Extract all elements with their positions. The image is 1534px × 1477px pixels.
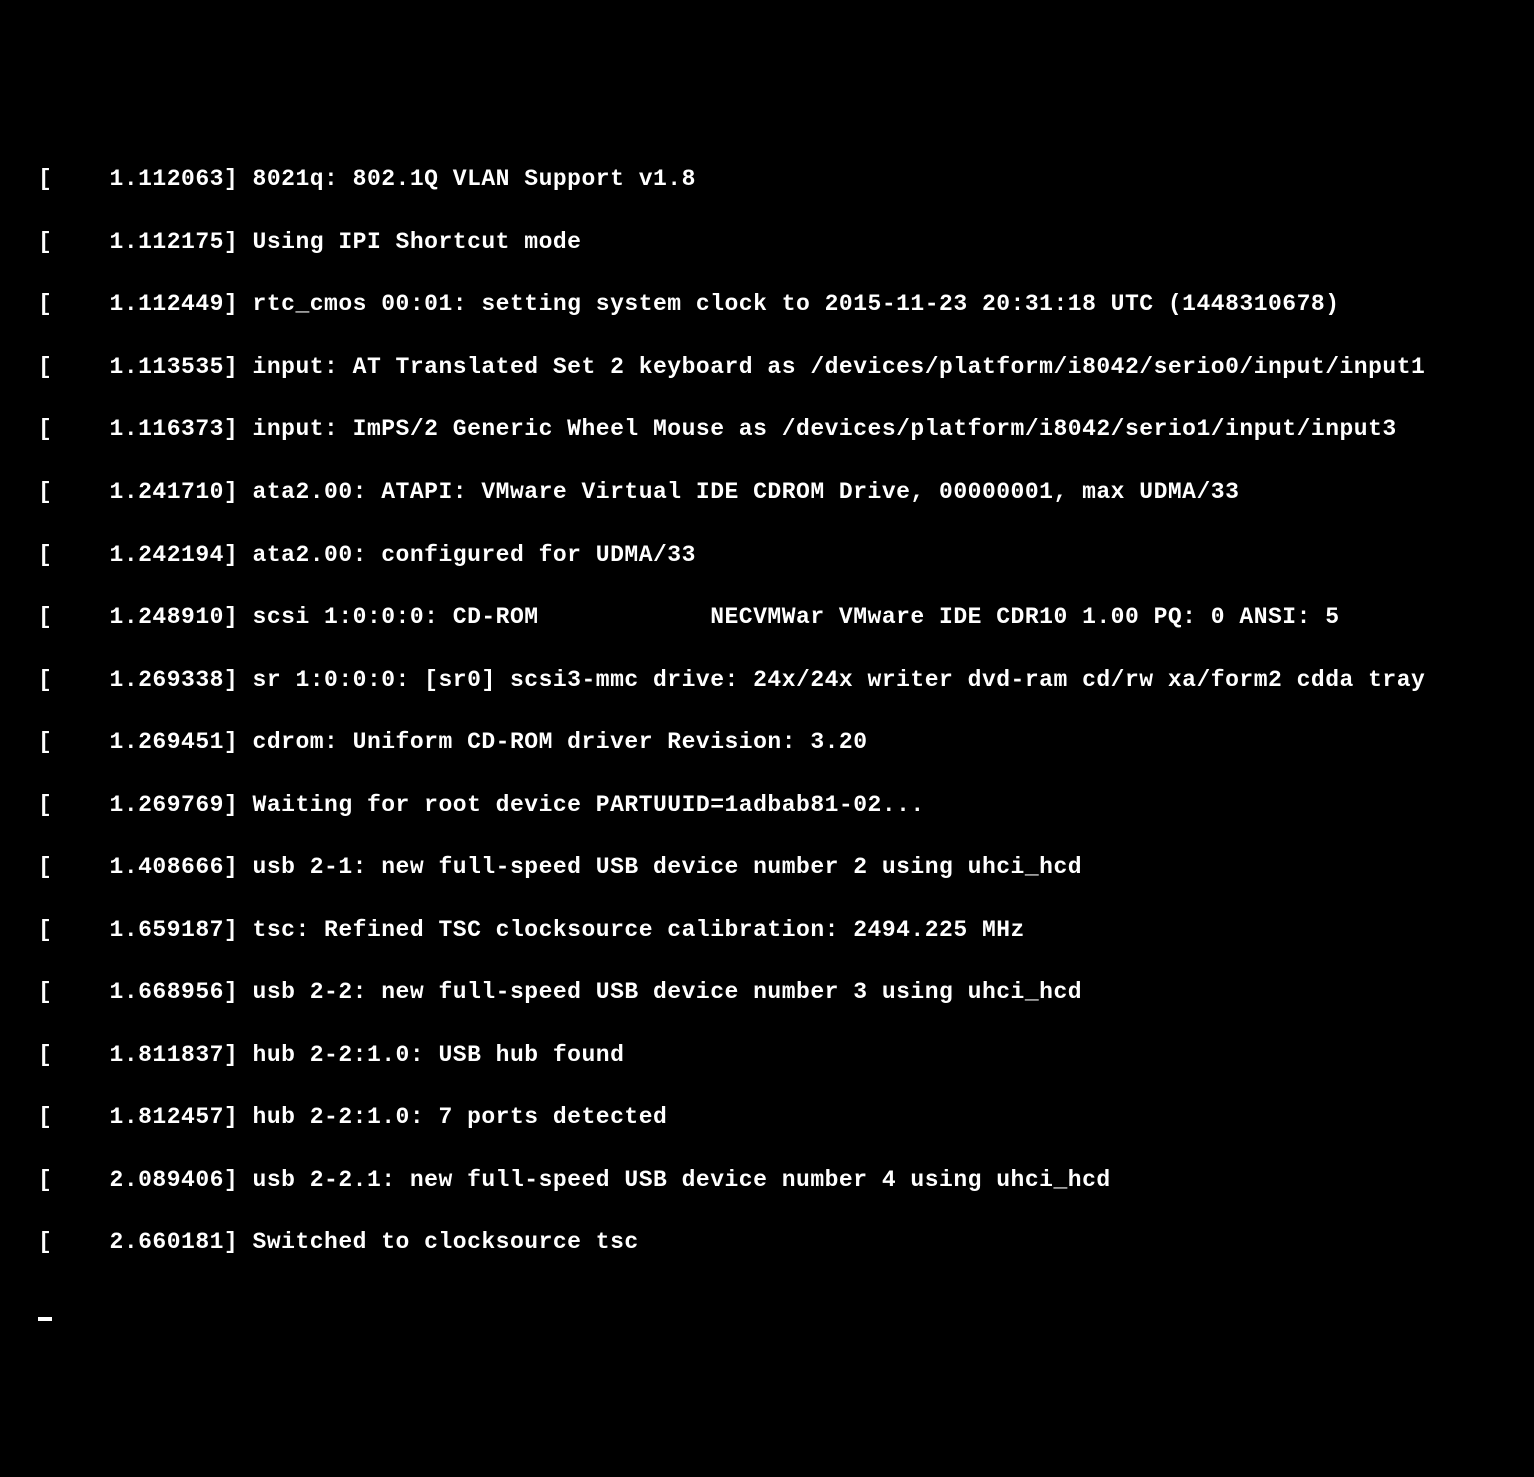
boot-log-line: [ 1.248910] scsi 1:0:0:0: CD-ROM NECVMWa… <box>38 602 1534 633</box>
boot-log-line: [ 1.812457] hub 2-2:1.0: 7 ports detecte… <box>38 1102 1534 1133</box>
boot-log-line: [ 1.811837] hub 2-2:1.0: USB hub found <box>38 1040 1534 1071</box>
boot-log-line: [ 2.089406] usb 2-2.1: new full-speed US… <box>38 1165 1534 1196</box>
boot-log-line: [ 1.269769] Waiting for root device PART… <box>38 790 1534 821</box>
boot-log-line: [ 1.112175] Using IPI Shortcut mode <box>38 227 1534 258</box>
boot-log-line: [ 1.668956] usb 2-2: new full-speed USB … <box>38 977 1534 1008</box>
boot-log-line: [ 2.660181] Switched to clocksource tsc <box>38 1227 1534 1258</box>
boot-log-line: [ 1.116373] input: ImPS/2 Generic Wheel … <box>38 414 1534 445</box>
boot-log-line: [ 1.659187] tsc: Refined TSC clocksource… <box>38 915 1534 946</box>
kernel-boot-console: [ 1.112063] 8021q: 802.1Q VLAN Support v… <box>38 133 1534 1321</box>
boot-log-line: [ 1.408666] usb 2-1: new full-speed USB … <box>38 852 1534 883</box>
boot-log-line: [ 1.112063] 8021q: 802.1Q VLAN Support v… <box>38 164 1534 195</box>
boot-log-line: [ 1.269338] sr 1:0:0:0: [sr0] scsi3-mmc … <box>38 665 1534 696</box>
boot-log-line: [ 1.241710] ata2.00: ATAPI: VMware Virtu… <box>38 477 1534 508</box>
boot-log-line: [ 1.242194] ata2.00: configured for UDMA… <box>38 540 1534 571</box>
terminal-cursor <box>38 1317 52 1321</box>
boot-log-line: [ 1.112449] rtc_cmos 00:01: setting syst… <box>38 289 1534 320</box>
boot-log-line: [ 1.113535] input: AT Translated Set 2 k… <box>38 352 1534 383</box>
boot-log-line: [ 1.269451] cdrom: Uniform CD-ROM driver… <box>38 727 1534 758</box>
